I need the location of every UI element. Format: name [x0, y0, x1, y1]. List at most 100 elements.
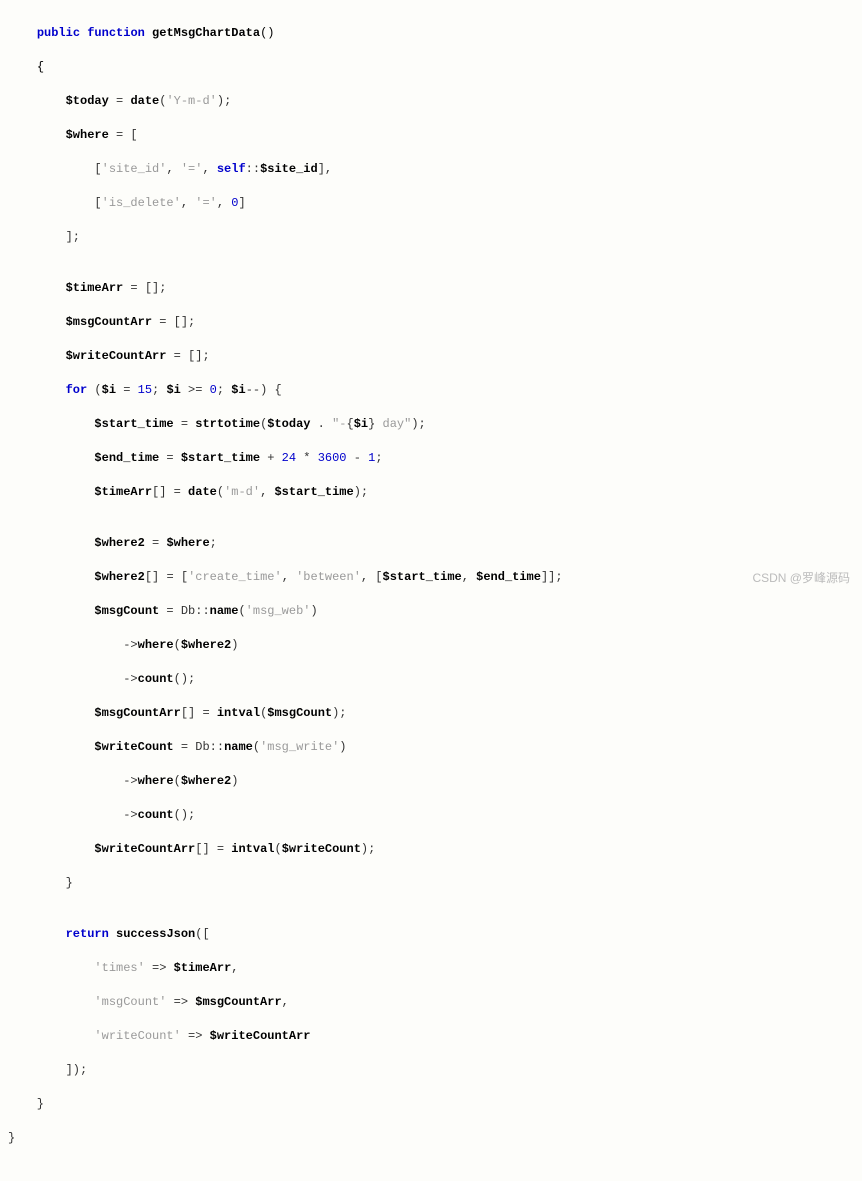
string: '='	[181, 162, 203, 176]
code-line: for ($i = 15; $i >= 0; $i--) {	[8, 382, 858, 399]
watermark-text: CSDN @罗峰源码	[752, 570, 850, 587]
function-call: count	[138, 672, 174, 686]
variable: $msgCount	[267, 706, 332, 720]
variable: $site_id	[260, 162, 318, 176]
number: 0	[210, 383, 217, 397]
string: 'msgCount'	[94, 995, 166, 1009]
variable: $writeCount	[94, 740, 173, 754]
variable: $where	[166, 536, 209, 550]
code-line: }	[8, 1130, 858, 1147]
string: 'create_time'	[188, 570, 282, 584]
variable: $timeArr	[94, 485, 152, 499]
variable: $writeCount	[282, 842, 361, 856]
variable: $writeCountArr	[94, 842, 195, 856]
string: '='	[195, 196, 217, 210]
code-line: ];	[8, 229, 858, 246]
function-call: where	[138, 638, 174, 652]
variable: $writeCountArr	[66, 349, 167, 363]
string: "-	[332, 417, 346, 431]
string: 'is_delete'	[102, 196, 181, 210]
variable: $msgCountArr	[66, 315, 152, 329]
code-line: $timeArr = [];	[8, 280, 858, 297]
code-line: $msgCountArr[] = intval($msgCount);	[8, 705, 858, 722]
function-call: name	[224, 740, 253, 754]
variable: $msgCountArr	[195, 995, 281, 1009]
variable: $where2	[181, 638, 231, 652]
variable: $i	[166, 383, 180, 397]
code-line: 'writeCount' => $writeCountArr	[8, 1028, 858, 1045]
keyword: for	[66, 383, 88, 397]
code-line: ->where($where2)	[8, 637, 858, 654]
keyword: public	[37, 26, 80, 40]
code-line: ['is_delete', '=', 0]	[8, 195, 858, 212]
variable: $start_time	[181, 451, 260, 465]
code-line: $end_time = $start_time + 24 * 3600 - 1;	[8, 450, 858, 467]
variable: $writeCountArr	[210, 1029, 311, 1043]
function-call: date	[130, 94, 159, 108]
variable: $msgCountArr	[94, 706, 180, 720]
variable: $timeArr	[66, 281, 124, 295]
variable: $today	[267, 417, 310, 431]
function-call: count	[138, 808, 174, 822]
string: 'times'	[94, 961, 144, 975]
string: 'writeCount'	[94, 1029, 180, 1043]
code-line: public function getMsgChartData()	[8, 25, 858, 42]
code-line: ]);	[8, 1062, 858, 1079]
function-name: getMsgChartData	[152, 26, 260, 40]
code-line: ->count();	[8, 807, 858, 824]
code-line: $msgCount = Db::name('msg_web')	[8, 603, 858, 620]
parens: ()	[260, 26, 274, 40]
code-line: $writeCountArr[] = intval($writeCount);	[8, 841, 858, 858]
function-call: successJson	[109, 927, 195, 941]
variable: $start_time	[383, 570, 462, 584]
variable: $where2	[181, 774, 231, 788]
keyword: self	[217, 162, 246, 176]
variable: $i	[354, 417, 368, 431]
code-line: $today = date('Y-m-d');	[8, 93, 858, 110]
code-line: return successJson([	[8, 926, 858, 943]
code-line: $msgCountArr = [];	[8, 314, 858, 331]
function-call: date	[188, 485, 217, 499]
string: 'm-d'	[224, 485, 260, 499]
number: 15	[138, 383, 152, 397]
code-line: ->count();	[8, 671, 858, 688]
code-line: }	[8, 875, 858, 892]
string: 'Y-m-d'	[166, 94, 216, 108]
string: 'site_id'	[102, 162, 167, 176]
variable: $start_time	[274, 485, 353, 499]
code-line: $where = [	[8, 127, 858, 144]
string: 'msg_write'	[260, 740, 339, 754]
code-line: $writeCount = Db::name('msg_write')	[8, 739, 858, 756]
variable: $start_time	[94, 417, 173, 431]
code-line: $timeArr[] = date('m-d', $start_time);	[8, 484, 858, 501]
variable: $i	[102, 383, 116, 397]
variable: $where2	[94, 570, 144, 584]
variable: $where	[66, 128, 109, 142]
variable: $where2	[94, 536, 144, 550]
variable: $timeArr	[174, 961, 232, 975]
variable: $i	[231, 383, 245, 397]
string: 'msg_web'	[246, 604, 311, 618]
keyword: return	[66, 927, 109, 941]
code-line: }	[8, 1096, 858, 1113]
code-line: {	[8, 59, 858, 76]
string: 'between'	[296, 570, 361, 584]
brace: {	[37, 60, 44, 74]
code-line: 'times' => $timeArr,	[8, 960, 858, 977]
number: 24	[282, 451, 296, 465]
string: day"	[375, 417, 411, 431]
variable: $today	[66, 94, 109, 108]
function-call: name	[210, 604, 239, 618]
function-call: strtotime	[195, 417, 260, 431]
code-line: $writeCountArr = [];	[8, 348, 858, 365]
code-editor: public function getMsgChartData() { $tod…	[0, 0, 862, 595]
number: 3600	[318, 451, 347, 465]
code-line: ['site_id', '=', self::$site_id],	[8, 161, 858, 178]
variable: $end_time	[476, 570, 541, 584]
function-call: intval	[231, 842, 274, 856]
code-line: ->where($where2)	[8, 773, 858, 790]
code-line: 'msgCount' => $msgCountArr,	[8, 994, 858, 1011]
function-call: where	[138, 774, 174, 788]
keyword: function	[87, 26, 145, 40]
code-line: $start_time = strtotime($today . "-{$i} …	[8, 416, 858, 433]
